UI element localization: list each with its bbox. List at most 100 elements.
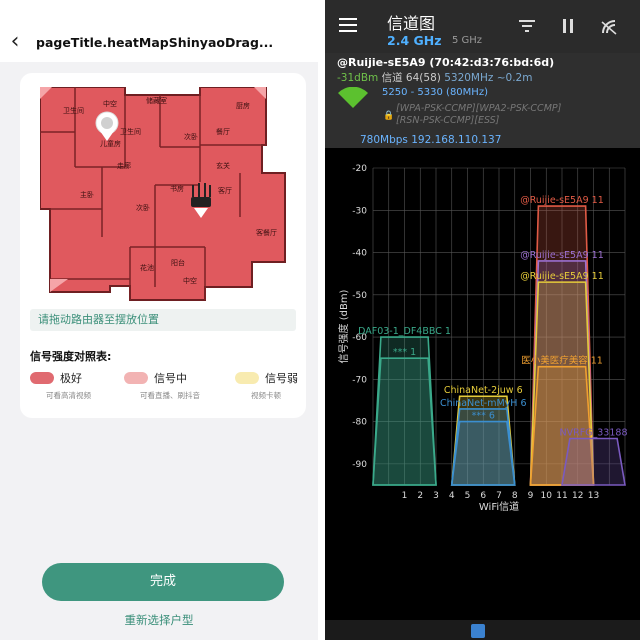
heatmap-app-panel: ‹ pageTitle.heatMapShinyaoDrag... 卫生间 中空… [0, 0, 318, 640]
x-tick-label: 1 [402, 491, 408, 501]
legend-swatch [30, 372, 54, 384]
network-label: NVRFG_33188 [559, 428, 627, 439]
x-tick-label: 10 [541, 491, 553, 501]
room-label: 中空 [103, 99, 117, 108]
y-tick-label: -50 [352, 291, 367, 301]
legend-label: 极好 [60, 372, 82, 385]
network-label: @Ruijie-sE5A9 11 [520, 250, 604, 261]
network-label: @Ruijie-sE5A9 11 [520, 195, 604, 206]
ap-security-line: [WPA-PSK-CCMP][WPA2-PSK-CCMP] [396, 103, 562, 114]
legend-label: 信号弱 [265, 372, 298, 385]
status-bar [0, 0, 318, 22]
network-label: ChinaNet-2juw 6 [444, 385, 523, 396]
legend-item-weak: 信号弱 视频卡顿 [235, 370, 298, 401]
lock-icon: 🔒 [383, 111, 395, 121]
y-tick-label: -90 [352, 460, 367, 470]
y-tick-label: -30 [352, 206, 367, 216]
y-tick-label: -80 [352, 418, 367, 428]
channel-graph[interactable]: -20-30-40-50-60-70-80-901 2 3 4 5 6 7 8 9 10 11 12 1… [325, 150, 640, 520]
legend-sub: 视频卡顿 [251, 391, 281, 400]
ap-ssid: @Ruijie-sE5A9 (70:42:d3:76:bd:6d) [337, 56, 555, 69]
legend-sub: 可看高清视频 [46, 391, 91, 400]
x-tick-label: 6 [480, 491, 486, 501]
menu-icon[interactable] [339, 18, 357, 36]
floor-heat-area [40, 87, 286, 301]
ap-freq-range: 5250 - 5330 (80MHz) [382, 87, 488, 98]
x-tick-label: 4 [449, 491, 455, 501]
legend-label: 信号中 [154, 372, 187, 385]
network-label: ChinaNet-mMyH 6 [440, 398, 527, 409]
network-label: *** 6 [472, 411, 495, 422]
ap-link-ip: 780Mbps 192.168.110.137 [360, 134, 502, 146]
network-curve[interactable] [372, 357, 437, 486]
floorplan-card: 卫生间 中空 储藏室 厨房 卫生间 次卧 餐厅 儿童房 走廊 玄关 主卧 书房 客厅 次卧 客餐厅 阳台 花池中… [20, 73, 306, 418]
legend-title: 信号强度对照表: [30, 350, 112, 363]
legend-item-excellent: 极好 可看高清视频 [30, 370, 91, 401]
filter-icon[interactable] [519, 19, 535, 37]
back-arrow-icon[interactable]: ‹ [0, 22, 30, 62]
x-axis-label: WiFi信道 [479, 500, 519, 513]
network-curve[interactable] [450, 420, 516, 486]
room-label: 走廊 [117, 161, 131, 170]
band-5ghz-tab[interactable]: 5 GHz [452, 35, 482, 46]
legend-swatch [235, 372, 259, 384]
legend-sub: 可看直播、刷抖音 [140, 391, 200, 400]
wifi-analyzer-panel: 信道图 2.4 GHz 5 GHz @Ruijie-sE5A9 (70:42:d… [325, 0, 640, 640]
channel-graph-nav-icon[interactable] [471, 624, 485, 638]
y-tick-label: -40 [352, 249, 367, 259]
screen-title: 信道图 [387, 14, 436, 33]
legend-swatch [124, 372, 148, 384]
room-label: 卫生间 [63, 106, 84, 115]
ap-signal-row: -31dBm 信道 64(58) 5320MHz ~0.2m [337, 70, 532, 85]
done-button[interactable]: 完成 [42, 563, 284, 601]
x-tick-label: 5 [465, 491, 471, 501]
ap-security: [WPA-PSK-CCMP][WPA2-PSK-CCMP] [RSN-PSK-C… [396, 103, 561, 127]
pause-icon[interactable] [562, 19, 574, 37]
y-tick-label: -20 [352, 164, 367, 174]
room-label: 次卧 [184, 132, 198, 141]
ap-channel: 信道 64(58) [381, 72, 441, 84]
room-label: 储藏室 [146, 96, 167, 105]
network-label: DAF03-1_DF4BBC 1 [358, 326, 451, 337]
x-tick-label: 9 [528, 491, 534, 501]
room-label: 儿童房 [100, 139, 121, 148]
room-label: 厨房 [236, 101, 250, 110]
y-tick-label: -70 [352, 375, 367, 385]
room-label: 次卧 [136, 203, 150, 212]
reselect-floorplan-link[interactable]: 重新选择户型 [0, 612, 318, 628]
room-label: 中空 [183, 276, 197, 285]
ap-signal: -31dBm [337, 72, 379, 84]
network-curve[interactable] [561, 437, 626, 486]
room-label: 书房 [170, 184, 184, 193]
room-label: 玄关 [216, 161, 230, 170]
bottom-nav [325, 620, 640, 640]
network-label: 医小美医疗美容 11 [521, 355, 603, 367]
network-label: @Ruijie-sE5A9 11 [520, 271, 604, 282]
drag-hint: 请拖动路由器至摆放位置 [30, 309, 296, 331]
room-label: 花池 [140, 263, 154, 272]
x-tick-label: 2 [417, 491, 423, 501]
app-bar: 信道图 2.4 GHz 5 GHz [325, 0, 640, 53]
network-label: *** 1 [393, 347, 416, 358]
x-tick-label: 3 [433, 491, 439, 501]
x-tick-label: 7 [496, 491, 502, 501]
floor-plan-heatmap[interactable]: 卫生间中空 储藏室厨房卫生间次卧餐厅儿童房走廊 玄关主卧书房 客厅次卧客餐厅阳台花池中… [40, 87, 288, 301]
connected-ap-info[interactable]: @Ruijie-sE5A9 (70:42:d3:76:bd:6d) -31dBm… [325, 53, 640, 148]
room-label: 客餐厅 [256, 228, 277, 237]
room-label: 餐厅 [216, 127, 230, 136]
x-tick-label: 12 [572, 491, 583, 501]
wifi-strength-icon [338, 87, 368, 108]
nav-bar: ‹ pageTitle.heatMapShinyaoDrag... [0, 22, 318, 62]
ap-frequency: 5320MHz ~0.2m [444, 72, 533, 84]
band-2-4ghz-tab[interactable]: 2.4 GHz [387, 33, 442, 48]
wifi-scan-icon[interactable] [601, 19, 617, 39]
room-label: 卫生间 [120, 127, 141, 136]
ap-security-line: [RSN-PSK-CCMP][ESS] [396, 115, 500, 126]
room-label: 主卧 [80, 190, 94, 199]
x-tick-label: 13 [588, 491, 599, 501]
x-tick-label: 8 [512, 491, 518, 501]
room-label: 阳台 [171, 258, 185, 267]
page-title: pageTitle.heatMapShinyaoDrag... [36, 34, 274, 50]
room-label: 客厅 [218, 186, 232, 195]
x-tick-label: 11 [556, 491, 567, 501]
